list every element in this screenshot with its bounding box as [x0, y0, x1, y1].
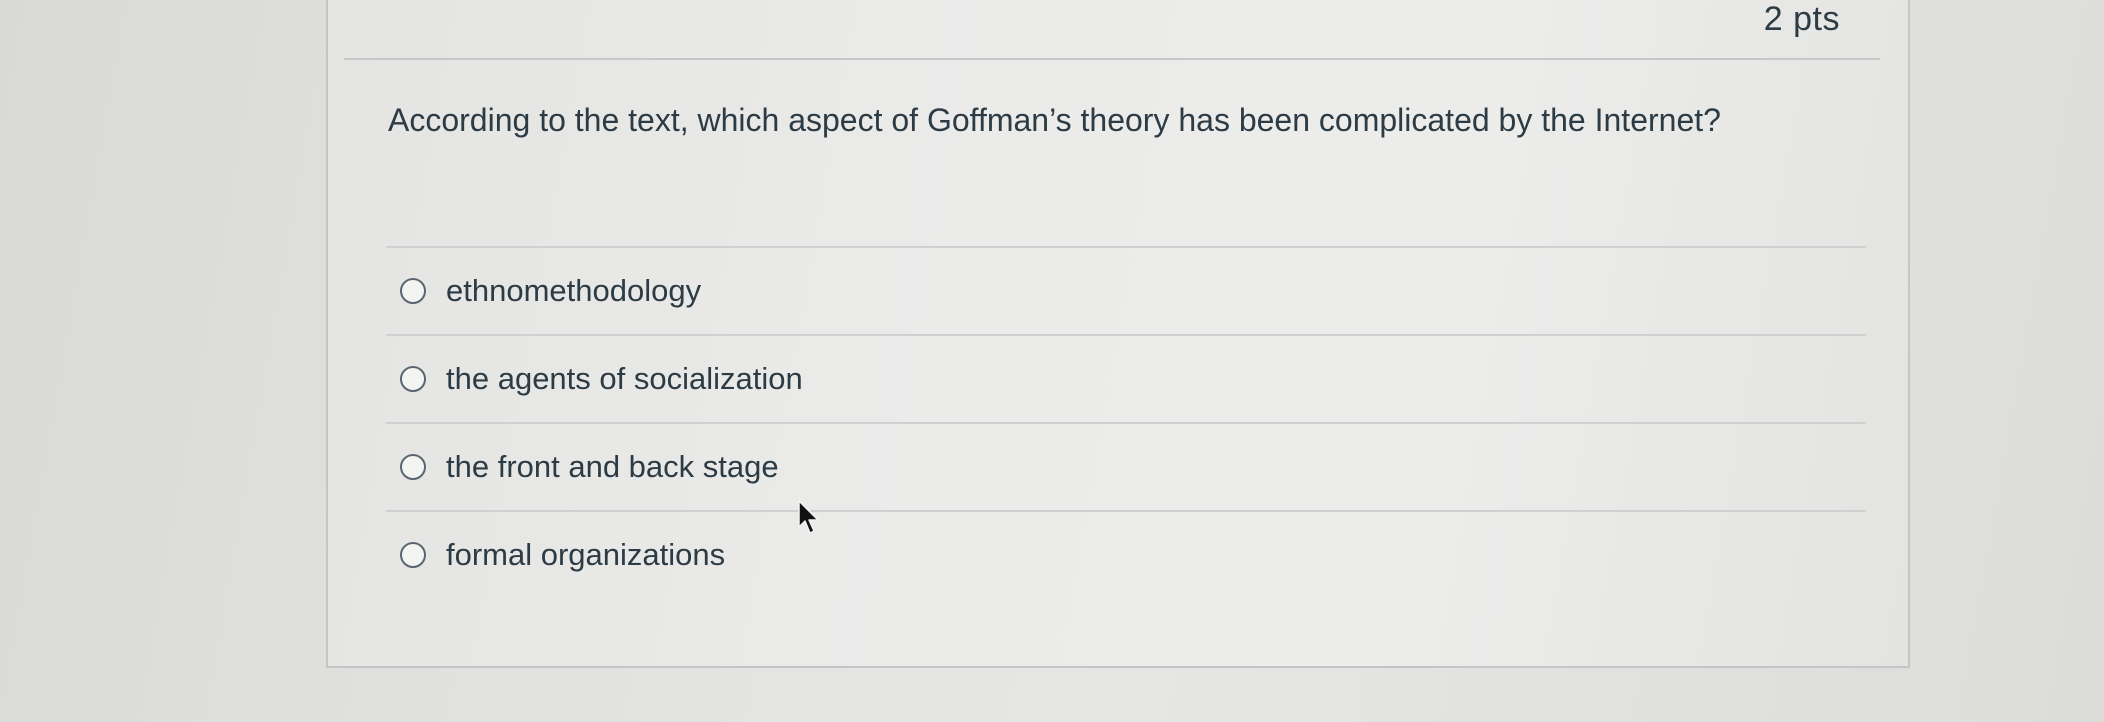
mouse-pointer-icon — [798, 500, 819, 534]
radio-button[interactable] — [400, 278, 426, 304]
points-label: 2 pts — [1763, 0, 1840, 38]
question-card: 2 pts According to the text, which aspec… — [326, 0, 1910, 668]
answer-option-formal-organizations[interactable]: formal organizations — [386, 510, 1866, 598]
answer-option-ethnomethodology[interactable]: ethnomethodology — [386, 246, 1866, 334]
radio-button[interactable] — [400, 454, 426, 480]
answer-label: formal organizations — [446, 537, 726, 572]
answer-option-front-and-back-stage[interactable]: the front and back stage — [386, 422, 1866, 510]
answer-label: the front and back stage — [446, 449, 779, 484]
radio-button[interactable] — [400, 366, 426, 392]
answer-label: ethnomethodology — [446, 273, 702, 308]
answer-label: the agents of socialization — [446, 361, 803, 396]
radio-button[interactable] — [400, 542, 426, 568]
answer-option-agents-of-socialization[interactable]: the agents of socialization — [386, 334, 1866, 422]
answer-list: ethnomethodology the agents of socializa… — [386, 246, 1866, 598]
question-text: According to the text, which aspect of G… — [388, 102, 1721, 138]
question-header: 2 pts — [344, 0, 1880, 60]
